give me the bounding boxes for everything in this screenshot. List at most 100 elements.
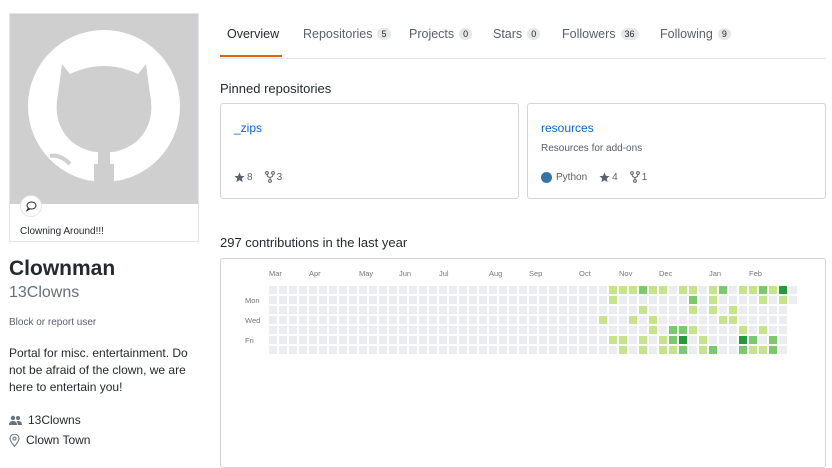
contribution-day[interactable] bbox=[679, 316, 687, 324]
contribution-day[interactable] bbox=[279, 326, 287, 334]
contribution-day[interactable] bbox=[459, 346, 467, 354]
contribution-day[interactable] bbox=[559, 296, 567, 304]
contribution-day[interactable] bbox=[359, 296, 367, 304]
contribution-day[interactable] bbox=[269, 286, 277, 294]
contribution-day[interactable] bbox=[339, 306, 347, 314]
contribution-day[interactable] bbox=[609, 346, 617, 354]
contribution-day[interactable] bbox=[529, 326, 537, 334]
contribution-day[interactable] bbox=[549, 336, 557, 344]
contribution-day[interactable] bbox=[279, 346, 287, 354]
contribution-day[interactable] bbox=[719, 326, 727, 334]
contribution-day[interactable] bbox=[669, 296, 677, 304]
contribution-day[interactable] bbox=[479, 296, 487, 304]
contribution-day[interactable] bbox=[749, 296, 757, 304]
contribution-day[interactable] bbox=[569, 296, 577, 304]
contribution-day[interactable] bbox=[539, 296, 547, 304]
contribution-day[interactable] bbox=[279, 316, 287, 324]
contribution-day[interactable] bbox=[289, 286, 297, 294]
contribution-day[interactable] bbox=[379, 286, 387, 294]
contribution-day[interactable] bbox=[539, 336, 547, 344]
contribution-day[interactable] bbox=[589, 296, 597, 304]
tab-repositories[interactable]: Repositories 5 bbox=[303, 27, 391, 41]
contribution-day[interactable] bbox=[569, 306, 577, 314]
contribution-day[interactable] bbox=[609, 296, 617, 304]
contribution-day[interactable] bbox=[389, 336, 397, 344]
contribution-day[interactable] bbox=[409, 326, 417, 334]
contribution-day[interactable] bbox=[739, 296, 747, 304]
contribution-day[interactable] bbox=[679, 306, 687, 314]
contribution-day[interactable] bbox=[269, 346, 277, 354]
contribution-day[interactable] bbox=[699, 306, 707, 314]
contribution-day[interactable] bbox=[339, 316, 347, 324]
contribution-day[interactable] bbox=[519, 316, 527, 324]
contribution-day[interactable] bbox=[279, 286, 287, 294]
contribution-day[interactable] bbox=[779, 326, 787, 334]
contribution-day[interactable] bbox=[769, 336, 777, 344]
contribution-day[interactable] bbox=[639, 306, 647, 314]
contribution-day[interactable] bbox=[659, 296, 667, 304]
contribution-day[interactable] bbox=[409, 336, 417, 344]
contribution-day[interactable] bbox=[319, 336, 327, 344]
contribution-day[interactable] bbox=[409, 316, 417, 324]
contribution-day[interactable] bbox=[579, 346, 587, 354]
contribution-day[interactable] bbox=[389, 326, 397, 334]
contribution-day[interactable] bbox=[449, 296, 457, 304]
contribution-day[interactable] bbox=[769, 316, 777, 324]
contribution-day[interactable] bbox=[579, 316, 587, 324]
contribution-day[interactable] bbox=[489, 326, 497, 334]
contribution-day[interactable] bbox=[269, 326, 277, 334]
contribution-day[interactable] bbox=[299, 346, 307, 354]
contribution-day[interactable] bbox=[619, 286, 627, 294]
contribution-day[interactable] bbox=[509, 316, 517, 324]
contribution-day[interactable] bbox=[779, 336, 787, 344]
contribution-day[interactable] bbox=[399, 306, 407, 314]
contribution-day[interactable] bbox=[689, 336, 697, 344]
contribution-day[interactable] bbox=[479, 306, 487, 314]
contribution-day[interactable] bbox=[499, 286, 507, 294]
contribution-day[interactable] bbox=[679, 346, 687, 354]
contribution-day[interactable] bbox=[449, 336, 457, 344]
contribution-day[interactable] bbox=[319, 346, 327, 354]
contribution-day[interactable] bbox=[279, 296, 287, 304]
contribution-day[interactable] bbox=[579, 336, 587, 344]
contribution-day[interactable] bbox=[789, 286, 797, 294]
contribution-day[interactable] bbox=[729, 326, 737, 334]
contribution-day[interactable] bbox=[429, 326, 437, 334]
contribution-day[interactable] bbox=[419, 326, 427, 334]
contribution-day[interactable] bbox=[649, 326, 657, 334]
contribution-day[interactable] bbox=[719, 336, 727, 344]
contribution-day[interactable] bbox=[309, 346, 317, 354]
contribution-day[interactable] bbox=[539, 306, 547, 314]
contribution-day[interactable] bbox=[479, 346, 487, 354]
contribution-day[interactable] bbox=[609, 286, 617, 294]
contribution-day[interactable] bbox=[519, 346, 527, 354]
contribution-day[interactable] bbox=[529, 286, 537, 294]
contribution-day[interactable] bbox=[639, 286, 647, 294]
contribution-day[interactable] bbox=[369, 336, 377, 344]
contribution-day[interactable] bbox=[739, 336, 747, 344]
contribution-day[interactable] bbox=[639, 296, 647, 304]
contribution-day[interactable] bbox=[659, 316, 667, 324]
contribution-day[interactable] bbox=[389, 286, 397, 294]
contribution-day[interactable] bbox=[489, 296, 497, 304]
contribution-day[interactable] bbox=[489, 306, 497, 314]
contribution-day[interactable] bbox=[509, 336, 517, 344]
contribution-day[interactable] bbox=[269, 336, 277, 344]
contribution-day[interactable] bbox=[569, 336, 577, 344]
contribution-day[interactable] bbox=[499, 316, 507, 324]
contribution-day[interactable] bbox=[439, 346, 447, 354]
contribution-day[interactable] bbox=[749, 286, 757, 294]
contribution-day[interactable] bbox=[549, 306, 557, 314]
contribution-day[interactable] bbox=[689, 326, 697, 334]
contribution-day[interactable] bbox=[719, 306, 727, 314]
contribution-day[interactable] bbox=[329, 296, 337, 304]
contribution-day[interactable] bbox=[409, 286, 417, 294]
tab-projects[interactable]: Projects 0 bbox=[409, 27, 473, 41]
contribution-day[interactable] bbox=[669, 306, 677, 314]
contribution-day[interactable] bbox=[329, 316, 337, 324]
contribution-day[interactable] bbox=[759, 346, 767, 354]
contribution-day[interactable] bbox=[319, 326, 327, 334]
contribution-day[interactable] bbox=[479, 326, 487, 334]
contribution-day[interactable] bbox=[639, 326, 647, 334]
contribution-day[interactable] bbox=[359, 336, 367, 344]
